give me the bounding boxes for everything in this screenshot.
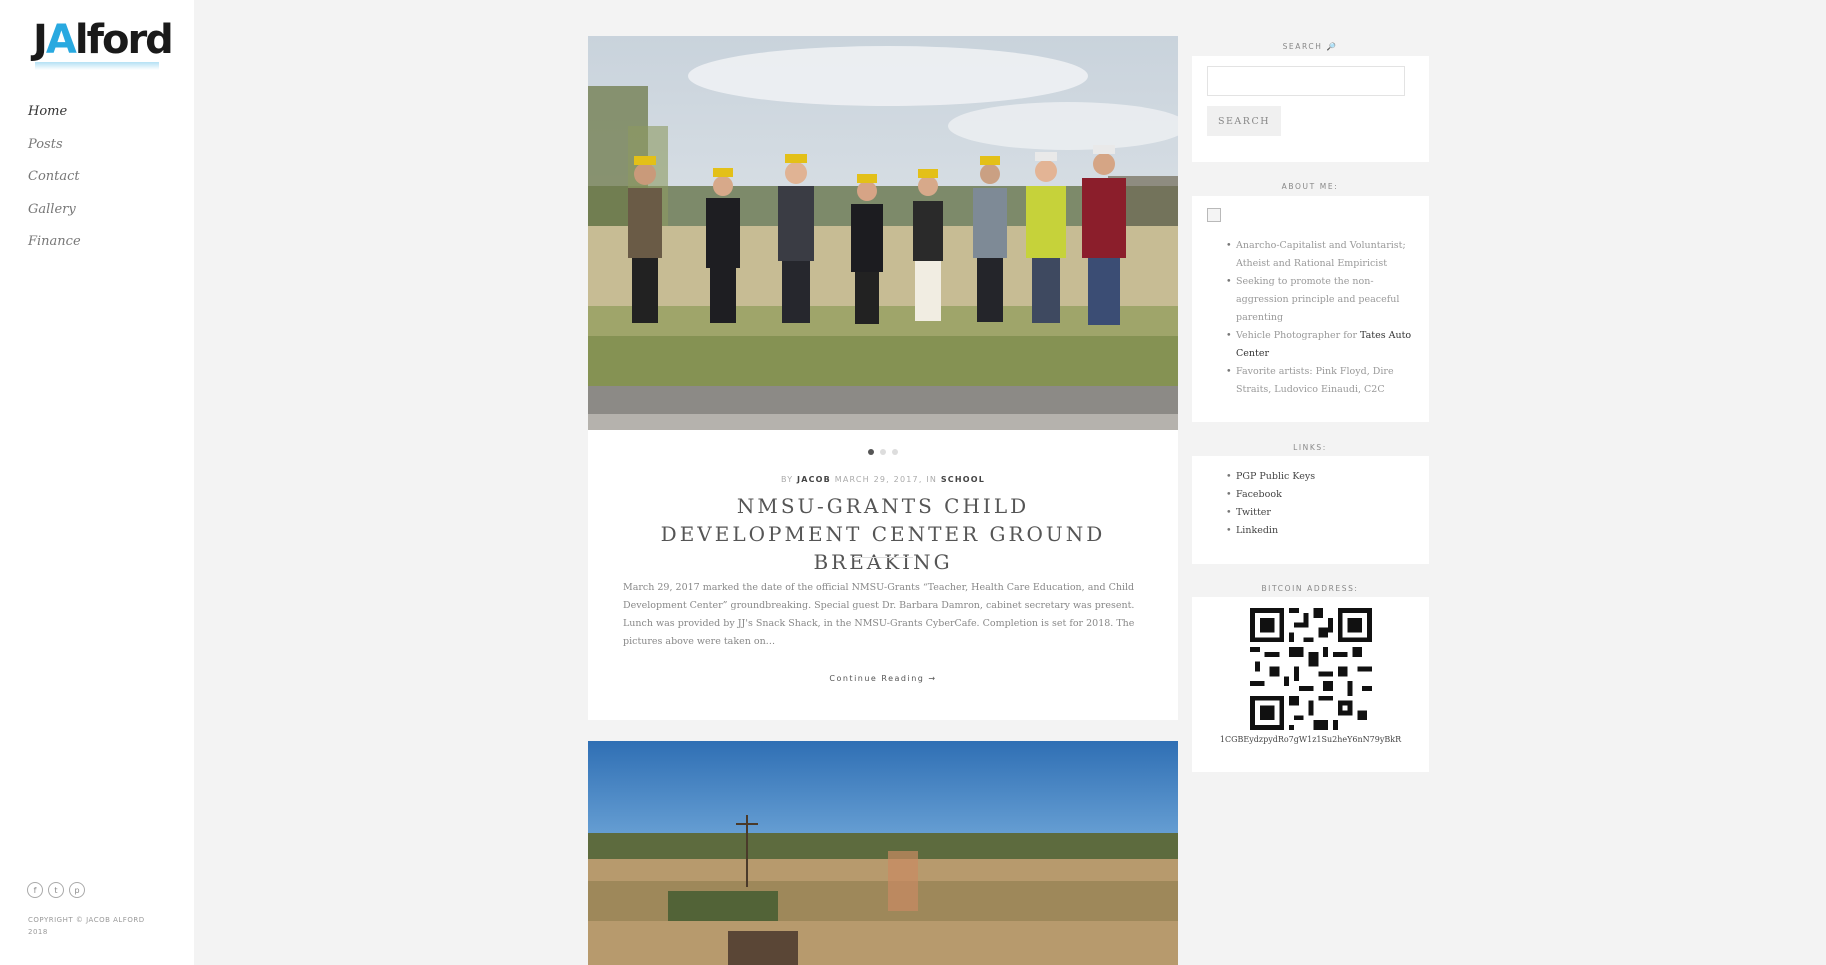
post-meta: By Jacob March 29, 2017, In School [780, 475, 986, 484]
social-links: f t p [27, 882, 85, 898]
nav-item-home[interactable]: Home [28, 102, 81, 135]
list-item: Anarcho-Capitalist and Voluntarist; Athe… [1226, 237, 1414, 273]
post-excerpt: March 29, 2017 marked the date of the of… [623, 582, 1135, 647]
post-featured-image-2[interactable] [588, 741, 1178, 965]
nav-item-finance[interactable]: Finance [28, 232, 81, 265]
bitcoin-address: 1CGBEydzpydRo7gW1z1Su2heY6nN79yBkR [1219, 735, 1402, 744]
links-list: PGP Public Keys Facebook Twitter Linkedi… [1226, 468, 1414, 540]
slider-dot-2[interactable] [880, 449, 886, 455]
nav-item-contact[interactable]: Contact [28, 167, 81, 200]
search-input[interactable] [1207, 66, 1405, 96]
site-logo[interactable]: JAlford [33, 18, 174, 70]
nav-item-posts[interactable]: Posts [28, 135, 81, 168]
post-category-link[interactable]: School [941, 475, 985, 484]
bitcoin-widget: 1CGBEydzpydRo7gW1z1Su2heY6nN79yBkR [1192, 597, 1429, 772]
bitcoin-qr-code-icon [1250, 608, 1372, 730]
post-featured-image[interactable] [588, 36, 1178, 430]
search-widget: Search [1192, 56, 1429, 162]
main-nav: Home Posts Contact Gallery Finance [28, 102, 81, 265]
twitter-icon[interactable]: t [48, 882, 64, 898]
search-button[interactable]: Search [1207, 106, 1281, 136]
left-sidebar: JAlford Home Posts Contact Gallery Finan… [0, 0, 194, 965]
facebook-icon[interactable]: f [27, 882, 43, 898]
post-date: March 29, 2017 [834, 475, 919, 484]
broken-image-icon [1207, 208, 1221, 222]
post-title[interactable]: NMSU-Grants Child Development Center Gro… [648, 492, 1118, 576]
search-widget-title: Search 🔎 [1282, 42, 1338, 51]
slider-dot-3[interactable] [892, 449, 898, 455]
copyright: Copyright © Jacob Alford 2018 [28, 916, 145, 936]
link-pgp-keys[interactable]: PGP Public Keys [1226, 468, 1414, 486]
post-card: By Jacob March 29, 2017, In School NMSU-… [588, 430, 1178, 720]
list-item: Favorite artists: Pink Floyd, Dire Strai… [1226, 363, 1414, 399]
pinterest-icon[interactable]: p [69, 882, 85, 898]
continue-reading-link[interactable]: Continue Reading → [588, 674, 1178, 683]
slider-dot-1[interactable] [868, 449, 874, 455]
links-widget-title: Links: [1293, 443, 1327, 452]
links-widget: PGP Public Keys Facebook Twitter Linkedi… [1192, 456, 1429, 564]
bitcoin-widget-title: Bitcoin Address: [1261, 584, 1359, 593]
slider-dots [588, 440, 1178, 459]
link-facebook[interactable]: Facebook [1226, 486, 1414, 504]
title-divider [853, 557, 913, 558]
about-widget: Anarcho-Capitalist and Voluntarist; Athe… [1192, 196, 1429, 422]
link-linkedin[interactable]: Linkedin [1226, 522, 1414, 540]
list-item: Vehicle Photographer for Tates Auto Cent… [1226, 327, 1414, 363]
nav-item-gallery[interactable]: Gallery [28, 200, 81, 233]
link-twitter[interactable]: Twitter [1226, 504, 1414, 522]
post-author-link[interactable]: Jacob [797, 475, 831, 484]
list-item: Seeking to promote the non-aggression pr… [1226, 273, 1414, 327]
about-list: Anarcho-Capitalist and Voluntarist; Athe… [1226, 237, 1414, 399]
about-widget-title: About Me: [1281, 182, 1339, 191]
